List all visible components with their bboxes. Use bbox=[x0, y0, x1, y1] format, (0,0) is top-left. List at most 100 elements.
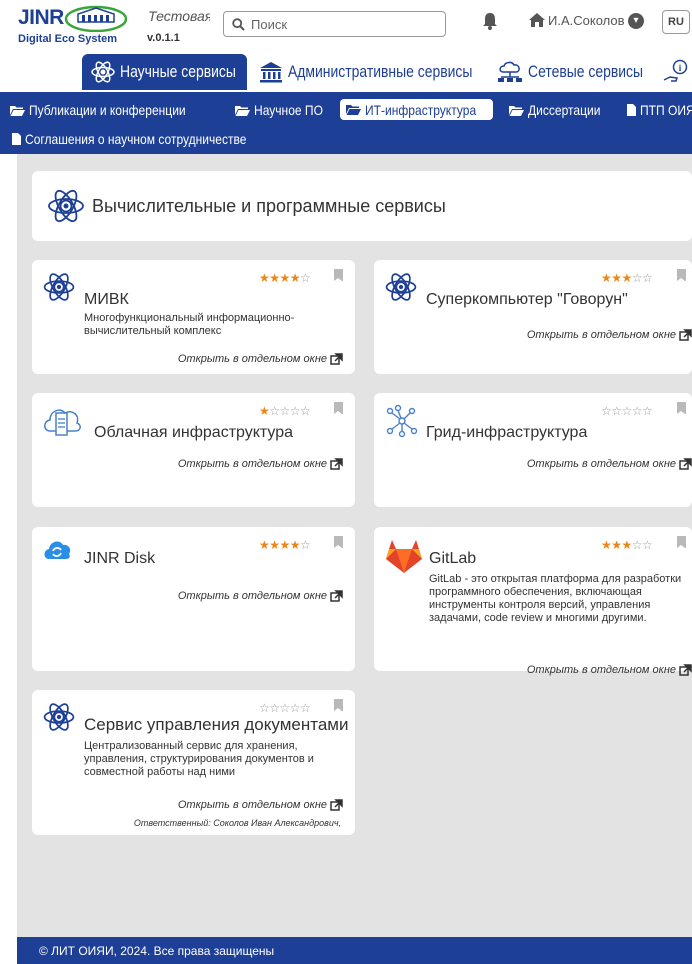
language-switch[interactable]: RU bbox=[662, 10, 690, 34]
service-card-cloud[interactable]: ★☆☆☆☆ Облачная инфраструктура Открыть в … bbox=[32, 393, 355, 507]
institution-icon bbox=[260, 62, 282, 83]
main-nav: Научные сервисы Административные сервисы… bbox=[0, 52, 692, 92]
external-link-icon bbox=[679, 458, 692, 470]
rating-stars[interactable]: ☆☆☆☆☆ bbox=[601, 404, 653, 418]
jinr-disk-icon bbox=[44, 541, 71, 559]
top-header: JINR Digital Eco System Тестовая v.0.1.1… bbox=[0, 0, 692, 50]
user-name[interactable]: И.А.Соколов bbox=[548, 13, 625, 28]
chevron-down-icon[interactable]: ▾ bbox=[628, 13, 644, 29]
subtab-it-infrastructure[interactable]: ИТ-инфраструктура bbox=[340, 99, 493, 120]
footer: © ЛИТ ОИЯИ, 2024. Все права защищены bbox=[17, 937, 692, 964]
service-card-gitlab[interactable]: ★★★☆☆ GitLab GitLab - это открытая платф… bbox=[374, 527, 692, 676]
card-title: МИВК bbox=[84, 291, 129, 308]
bookmark-icon[interactable] bbox=[677, 536, 686, 548]
content-area: Вычислительные и программные сервисы ★★★… bbox=[17, 154, 692, 937]
logo-text: JINR bbox=[18, 6, 64, 29]
service-card-grid[interactable]: ☆☆☆☆☆ Грид-инфраструктура Открыть в отде… bbox=[374, 393, 692, 507]
responsible-person: Ответственный: Соколов Иван Александрови… bbox=[133, 818, 341, 828]
external-link-icon bbox=[330, 799, 343, 811]
open-in-new-window-link[interactable]: Открыть в отдельном окне bbox=[527, 664, 692, 676]
rating-stars[interactable]: ★★★★☆ bbox=[259, 538, 311, 552]
link-label: Открыть в отдельном окне bbox=[526, 458, 676, 470]
link-label: Открыть в отдельном окне bbox=[177, 799, 327, 811]
bookmark-icon[interactable] bbox=[677, 269, 686, 281]
open-in-new-window-link[interactable]: Открыть в отдельном окне bbox=[178, 458, 343, 470]
grid-network-icon bbox=[386, 404, 418, 438]
external-link-icon bbox=[679, 664, 692, 676]
subtab-label: Научное ПО bbox=[254, 102, 323, 118]
svg-text:i: i bbox=[679, 63, 682, 73]
search-input[interactable] bbox=[251, 16, 431, 32]
open-in-new-window-link[interactable]: Открыть в отдельном окне bbox=[178, 353, 343, 365]
card-title: JINR Disk bbox=[84, 550, 156, 567]
service-card-documents[interactable]: ☆☆☆☆☆ Сервис управления документами Цент… bbox=[32, 690, 355, 835]
subtab-publications[interactable]: Публикации и конференции bbox=[10, 100, 211, 120]
info-hand-icon[interactable]: i bbox=[662, 58, 690, 86]
subtab-scientific-software[interactable]: Научное ПО bbox=[235, 100, 334, 120]
atom-icon bbox=[48, 189, 84, 223]
folder-icon bbox=[346, 105, 361, 115]
subtab-label: ПТП ОИЯИ bbox=[640, 102, 692, 118]
bookmark-icon[interactable] bbox=[334, 536, 343, 548]
link-label: Открыть в отдельном окне bbox=[177, 590, 327, 602]
building-icon bbox=[64, 5, 128, 32]
tab-scientific-services[interactable]: Научные сервисы bbox=[82, 54, 247, 90]
section-title: Вычислительные и программные сервисы bbox=[92, 195, 446, 216]
atom-icon bbox=[43, 273, 75, 301]
external-link-icon bbox=[330, 590, 343, 602]
rating-stars[interactable]: ★★★☆☆ bbox=[601, 538, 653, 552]
search-box[interactable] bbox=[223, 11, 446, 37]
bell-icon[interactable] bbox=[482, 12, 498, 30]
logo-subtitle: Digital Eco System bbox=[18, 33, 118, 45]
subtab-agreements[interactable]: Соглашения о научном сотрудничестве bbox=[12, 129, 283, 149]
bookmark-icon[interactable] bbox=[334, 402, 343, 414]
service-card-mivk[interactable]: ★★★★☆ МИВК Многофункциональный информаци… bbox=[32, 260, 355, 374]
subtab-label: Диссертации bbox=[528, 102, 601, 118]
tab-network-services[interactable]: Сетевые сервисы bbox=[496, 54, 668, 90]
rating-stars[interactable]: ☆☆☆☆☆ bbox=[259, 701, 311, 715]
card-description: Централизованный сервис для хранения, уп… bbox=[84, 740, 314, 778]
rating-stars[interactable]: ★★★☆☆ bbox=[601, 271, 653, 285]
link-label: Открыть в отдельном окне bbox=[177, 353, 327, 365]
external-link-icon bbox=[330, 353, 343, 365]
bookmark-icon[interactable] bbox=[334, 699, 343, 711]
gitlab-icon bbox=[386, 540, 422, 573]
card-description: Многофункциональный информационно-вычисл… bbox=[84, 312, 295, 337]
subtab-dissertations[interactable]: Диссертации bbox=[509, 100, 612, 120]
link-label: Открыть в отдельном окне bbox=[526, 664, 676, 676]
external-link-icon bbox=[330, 458, 343, 470]
rating-stars[interactable]: ★★★★☆ bbox=[259, 271, 311, 285]
subtab-label: Соглашения о научном сотрудничестве bbox=[25, 131, 247, 147]
jinr-logo[interactable]: JINR Digital Eco System bbox=[18, 4, 130, 48]
tab-label: Административные сервисы bbox=[288, 62, 473, 81]
folder-icon bbox=[509, 105, 524, 116]
service-card-govorun[interactable]: ★★★☆☆ Суперкомпьютер "Говорун" Открыть в… bbox=[374, 260, 692, 374]
tab-administrative-services[interactable]: Административные сервисы bbox=[258, 54, 513, 90]
open-in-new-window-link[interactable]: Открыть в отдельном окне bbox=[178, 590, 343, 602]
link-label: Открыть в отдельном окне bbox=[526, 329, 676, 341]
section-header: Вычислительные и программные сервисы bbox=[32, 171, 692, 241]
bookmark-icon[interactable] bbox=[334, 269, 343, 281]
link-label: Открыть в отдельном окне bbox=[177, 458, 327, 470]
open-in-new-window-link[interactable]: Открыть в отдельном окне bbox=[178, 799, 343, 811]
search-icon bbox=[232, 17, 245, 31]
home-icon[interactable] bbox=[528, 12, 546, 28]
cloud-server-icon bbox=[44, 409, 81, 436]
rating-stars[interactable]: ★☆☆☆☆ bbox=[259, 404, 311, 418]
footer-copyright: © ЛИТ ОИЯИ, 2024. Все права защищены bbox=[39, 944, 275, 958]
atom-icon bbox=[91, 61, 115, 83]
card-title: Грид-инфраструктура bbox=[426, 424, 588, 441]
bookmark-icon[interactable] bbox=[677, 402, 686, 414]
app-title: Тестовая bbox=[148, 8, 210, 24]
card-title: Сервис управления документами bbox=[84, 715, 349, 734]
subtab-ptp[interactable]: ПТП ОИЯИ bbox=[627, 100, 692, 120]
card-description: GitLab - это открытая платформа для разр… bbox=[429, 573, 682, 624]
card-title: GitLab bbox=[429, 550, 477, 567]
sub-nav: Публикации и конференции Научное ПО ИТ-и… bbox=[0, 92, 692, 154]
subtab-label: Публикации и конференции bbox=[29, 102, 186, 118]
service-card-jinr-disk[interactable]: ★★★★☆ JINR Disk Открыть в отдельном окне bbox=[32, 527, 355, 671]
open-in-new-window-link[interactable]: Открыть в отдельном окне bbox=[527, 329, 692, 341]
atom-icon bbox=[385, 273, 417, 301]
open-in-new-window-link[interactable]: Открыть в отдельном окне bbox=[527, 458, 692, 470]
card-title: Суперкомпьютер "Говорун" bbox=[426, 291, 628, 308]
